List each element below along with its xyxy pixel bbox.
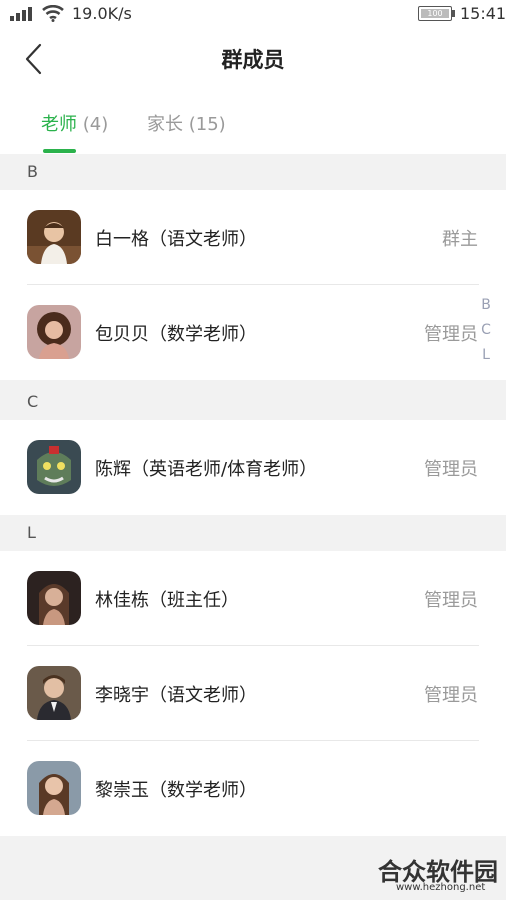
clock: 15:41 <box>460 4 506 23</box>
index-letter-c[interactable]: C <box>476 318 496 343</box>
member-name: 白一格（语文老师） <box>95 229 257 250</box>
alphabet-index: B C L <box>476 293 496 368</box>
member-role: 管理员 <box>424 685 478 706</box>
member-row[interactable]: 黎崇玉（数学老师） <box>0 741 506 836</box>
member-group-b: 白一格（语文老师） 群主 包贝贝（数学老师） 管理员 <box>0 190 506 380</box>
member-role: 群主 <box>442 229 478 250</box>
section-header-c: C <box>0 384 506 420</box>
member-name: 陈辉（英语老师/体育老师） <box>95 459 318 480</box>
member-role: 管理员 <box>424 459 478 480</box>
avatar <box>27 305 81 359</box>
avatar <box>27 440 81 494</box>
member-group-c: 陈辉（英语老师/体育老师） 管理员 <box>0 420 506 515</box>
member-row[interactable]: 陈辉（英语老师/体育老师） 管理员 <box>0 420 506 515</box>
tab-teachers[interactable]: 老师 (4) <box>41 110 108 136</box>
tab-teachers-label: 老师 <box>41 114 77 135</box>
tab-teachers-count: (4) <box>82 114 109 135</box>
member-role: 管理员 <box>424 324 478 345</box>
member-row[interactable]: 林佳栋（班主任） 管理员 <box>0 551 506 646</box>
member-role: 管理员 <box>424 590 478 611</box>
wifi-icon <box>42 5 64 22</box>
member-name: 包贝贝（数学老师） <box>95 324 257 345</box>
index-letter-l[interactable]: L <box>476 343 496 368</box>
watermark: 合众软件园 www.hezhong.net <box>376 852 504 898</box>
section-header-l: L <box>0 515 506 551</box>
member-group-l: 林佳栋（班主任） 管理员 李晓宇（语文老师） 管理员 黎崇玉（数学老师） <box>0 551 506 836</box>
tab-bar: 老师 (4) 家长 (15) <box>0 90 506 154</box>
battery-level: 100 <box>427 9 443 18</box>
member-row[interactable]: 白一格（语文老师） 群主 <box>0 190 506 285</box>
avatar <box>27 210 81 264</box>
member-row[interactable]: 包贝贝（数学老师） 管理员 <box>0 285 506 380</box>
member-name: 林佳栋（班主任） <box>95 590 239 611</box>
page-title: 群成员 <box>221 48 285 72</box>
status-bar: 19.0K/s 100 15:41 <box>0 0 506 28</box>
network-speed: 19.0K/s <box>72 4 132 23</box>
member-name: 李晓宇（语文老师） <box>95 685 257 706</box>
avatar <box>27 761 81 815</box>
section-header-b: B <box>0 154 506 190</box>
tab-parents-count: (15) <box>188 114 226 135</box>
index-letter-b[interactable]: B <box>476 293 496 318</box>
avatar <box>27 666 81 720</box>
active-tab-indicator <box>43 149 76 153</box>
battery-tip <box>452 10 455 17</box>
watermark-url: www.hezhong.net <box>396 882 486 893</box>
member-row[interactable]: 李晓宇（语文老师） 管理员 <box>0 646 506 741</box>
avatar <box>27 571 81 625</box>
tab-parents[interactable]: 家长 (15) <box>147 110 226 136</box>
nav-header: 群成员 <box>0 28 506 90</box>
signal-icon <box>10 7 32 21</box>
battery-icon: 100 <box>418 6 452 21</box>
tab-parents-label: 家长 <box>147 114 183 135</box>
member-name: 黎崇玉（数学老师） <box>95 780 257 801</box>
